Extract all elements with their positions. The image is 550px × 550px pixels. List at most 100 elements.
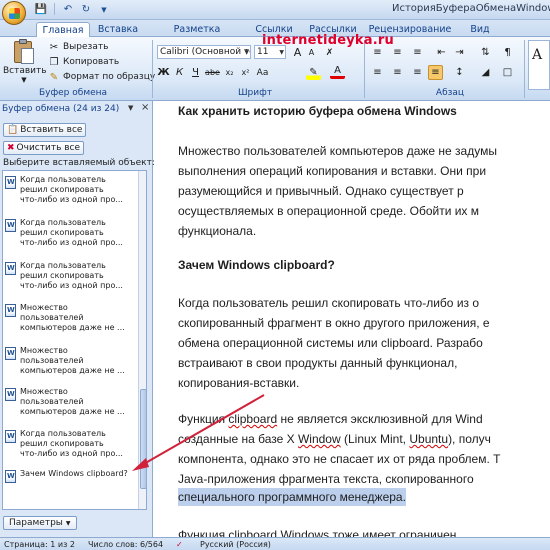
clipboard-item[interactable]: Множество пользователей компьютеров даже… <box>5 346 135 376</box>
misspelled-word: Window <box>297 432 341 446</box>
office-button[interactable] <box>2 1 26 25</box>
word-count[interactable]: Число слов: 6/564 <box>88 540 163 549</box>
style-preview: A <box>532 47 543 63</box>
bold-button[interactable]: Ж <box>156 65 171 80</box>
copy-icon: ❐ <box>49 56 59 68</box>
group-divider <box>152 40 153 98</box>
save-icon[interactable]: 💾 <box>34 3 48 16</box>
strikethrough-button[interactable]: abe <box>205 65 220 80</box>
undo-icon[interactable]: ↶ <box>61 3 75 16</box>
clipboard-item-text: Множество пользователей компьютеров даже… <box>20 346 125 375</box>
tab-page-layout[interactable]: Разметка страницы <box>148 22 246 46</box>
proofing-icon[interactable]: ✓ <box>176 540 183 549</box>
paragraph-2-line-3: обмена операционной системы или clipboar… <box>178 336 483 350</box>
increase-indent-icon[interactable]: ⇥ <box>452 45 467 60</box>
close-icon[interactable]: × <box>141 102 149 113</box>
clipboard-item[interactable]: Зачем Windows clipboard? <box>5 469 135 483</box>
clipboard-item[interactable]: Когда пользователь решил скопировать что… <box>5 175 135 205</box>
paste-label: Вставить <box>3 66 47 76</box>
text-run: не является эксклюзивной для <box>277 412 456 426</box>
office-logo-icon <box>9 8 20 19</box>
font-group-label: Шрифт <box>237 88 273 98</box>
italic-button[interactable]: К <box>172 65 187 80</box>
paragraph-2-line-2: скопированный фрагмент в окно другого пр… <box>178 316 490 330</box>
clipboard-item-text: Когда пользователь решил скопировать что… <box>20 218 123 247</box>
align-left-icon[interactable]: ≡ <box>370 65 385 80</box>
change-case-button[interactable]: Aa <box>255 65 270 80</box>
tab-view[interactable]: Вид <box>466 22 494 37</box>
line-spacing-icon[interactable]: ↕ <box>452 65 467 80</box>
clipboard-item-text: Множество пользователей компьютеров даже… <box>20 387 125 416</box>
redo-icon[interactable]: ↻ <box>79 3 93 16</box>
format-painter-icon: ✎ <box>49 71 59 83</box>
subscript-button[interactable]: x₂ <box>222 65 237 80</box>
language-indicator[interactable]: Русский (Россия) <box>200 540 271 549</box>
text-run: (Linux Mint, <box>340 432 410 446</box>
word-doc-icon <box>5 470 16 483</box>
cut-button[interactable]: ✂ Вырезать <box>48 40 109 54</box>
paragraph-3-line-3: компонента, однако это не спасает их от … <box>178 452 501 466</box>
tab-home[interactable]: Главная <box>36 22 90 37</box>
clipboard-item[interactable]: Когда пользователь решил скопировать что… <box>5 218 135 248</box>
site-watermark: internetideyka.ru <box>262 33 394 48</box>
align-right-icon[interactable]: ≡ <box>410 65 425 80</box>
window-title: ИсторияБуфераОбменаWindows.do <box>392 3 550 14</box>
page-count[interactable]: Страница: 1 из 2 <box>4 540 75 549</box>
document-area[interactable]: Как хранить историю буфера обмена Window… <box>154 101 550 537</box>
font-name-select[interactable]: Calibri (Основной те ▼ <box>157 45 251 59</box>
options-button[interactable]: Параметры ▼ <box>3 516 77 530</box>
superscript-button[interactable]: x² <box>238 65 253 80</box>
clipboard-item[interactable]: Когда пользователь решил скопировать что… <box>5 261 135 291</box>
group-divider <box>524 40 525 98</box>
paste-all-button[interactable]: 📋 Вставить все <box>3 123 87 137</box>
paste-button[interactable]: Вставить ▼ <box>3 39 47 85</box>
copy-label: Копировать <box>63 57 120 67</box>
text-run: Wind <box>455 412 483 426</box>
heading-history: Как хранить историю буфера обмена Window… <box>178 101 550 121</box>
chevron-down-icon: ▼ <box>65 519 71 527</box>
borders-icon[interactable]: □ <box>500 65 515 80</box>
paste-icon: 📋 <box>7 125 19 135</box>
customize-dropdown-icon[interactable]: ▼ <box>97 3 111 16</box>
clear-icon: ✖ <box>7 143 15 153</box>
text-run: ), получ <box>448 432 491 446</box>
clipboard-item-list: Когда пользователь решил скопировать что… <box>2 170 147 510</box>
underline-button[interactable]: Ч <box>188 65 203 80</box>
clear-all-button[interactable]: ✖ Очистить все <box>3 141 85 155</box>
clipboard-group-label: Буфер обмена <box>38 88 108 98</box>
pane-scrollbar[interactable] <box>138 171 146 509</box>
clipboard-item[interactable]: Множество пользователей компьютеров даже… <box>5 387 135 417</box>
paragraph-1-line-4: осуществляемых в операционной среде. Обо… <box>178 204 480 218</box>
selected-text: специального программного менеджера. <box>178 488 406 506</box>
copy-button[interactable]: ❐ Копировать <box>48 55 120 69</box>
format-painter-label: Формат по образцу <box>63 72 156 82</box>
options-label: Параметры <box>9 518 63 528</box>
shading-icon[interactable]: ◢ <box>478 65 493 80</box>
tab-insert[interactable]: Вставка <box>94 22 142 37</box>
align-center-icon[interactable]: ≡ <box>390 65 405 80</box>
show-marks-icon[interactable]: ¶ <box>500 45 515 60</box>
toolbar-divider <box>54 3 55 15</box>
paragraph-3-line-5: специального программного менеджера. <box>178 487 550 507</box>
multilevel-list-icon[interactable]: ≡ <box>410 45 425 60</box>
word-doc-icon <box>5 219 16 232</box>
sort-icon[interactable]: ⇅ <box>478 45 493 60</box>
styles-gallery[interactable]: A <box>528 40 550 90</box>
clipboard-pane: Буфер обмена (24 из 24) ▼ × 📋 Вставить в… <box>0 101 155 537</box>
chevron-down-icon[interactable]: ▼ <box>128 104 133 112</box>
format-painter-button[interactable]: ✎ Формат по образцу <box>48 70 155 84</box>
clipboard-item-text: Множество пользователей компьютеров даже… <box>20 303 125 332</box>
decrease-indent-icon[interactable]: ⇤ <box>434 45 449 60</box>
scrollbar-thumb[interactable] <box>140 389 146 489</box>
group-divider <box>364 40 365 98</box>
clipboard-item[interactable]: Когда пользователь решил скопировать что… <box>5 429 135 459</box>
clipboard-item-text: Когда пользователь решил скопировать что… <box>20 429 123 458</box>
justify-icon[interactable]: ≡ <box>428 65 443 80</box>
highlight-icon[interactable]: ✎ <box>306 65 321 80</box>
clipboard-item[interactable]: Множество пользователей компьютеров даже… <box>5 303 135 333</box>
font-size-value: 11 <box>257 47 269 57</box>
chevron-down-icon: ▼ <box>279 49 284 56</box>
word-doc-icon <box>5 262 16 275</box>
font-color-button[interactable]: A <box>330 65 345 79</box>
misspelled-word: clipboard <box>228 412 278 426</box>
